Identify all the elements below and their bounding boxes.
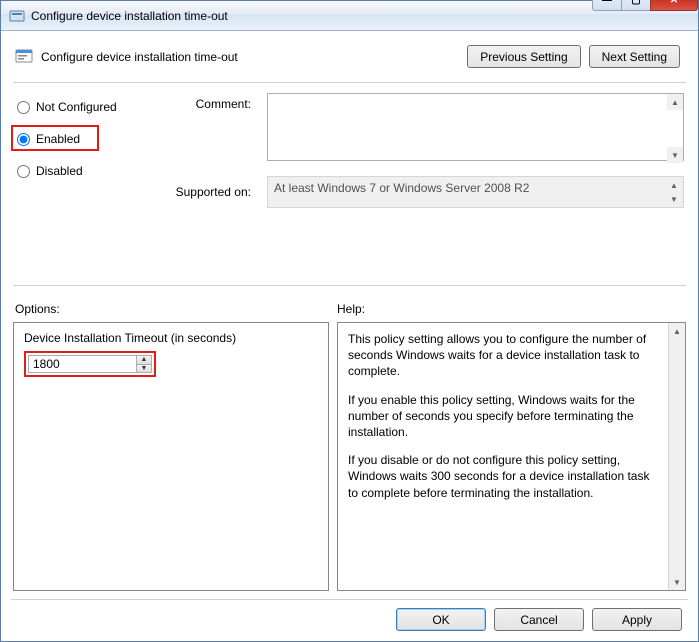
scroll-down-icon[interactable]: ▼ xyxy=(666,192,682,206)
help-scrollbar[interactable]: ▲ ▼ xyxy=(668,323,685,590)
divider xyxy=(13,285,686,286)
comment-textarea[interactable] xyxy=(267,93,684,161)
radio-not-configured-input[interactable] xyxy=(17,101,30,114)
close-button[interactable]: ✕ xyxy=(650,0,698,11)
radio-not-configured[interactable]: Not Configured xyxy=(15,97,149,117)
apply-button[interactable]: Apply xyxy=(592,608,682,631)
settings-grid: Not Configured Enabled Disabled Comment:… xyxy=(11,93,688,273)
help-label: Help: xyxy=(337,302,684,316)
radio-enabled-input[interactable] xyxy=(17,133,30,146)
help-text: This policy setting allows you to config… xyxy=(348,331,675,501)
timeout-highlight: ▲ ▼ xyxy=(24,351,156,377)
spin-up-button[interactable]: ▲ xyxy=(137,356,151,365)
cancel-button[interactable]: Cancel xyxy=(494,608,584,631)
previous-setting-button[interactable]: Previous Setting xyxy=(467,45,580,68)
header-row: Configure device installation time-out P… xyxy=(11,39,688,82)
timeout-input[interactable] xyxy=(28,355,136,373)
footer-buttons: OK Cancel Apply xyxy=(11,599,688,631)
timeout-label: Device Installation Timeout (in seconds) xyxy=(24,331,318,345)
spin-down-button[interactable]: ▼ xyxy=(137,365,151,373)
options-panel: Device Installation Timeout (in seconds)… xyxy=(13,322,329,591)
options-label: Options: xyxy=(15,302,337,316)
policy-title: Configure device installation time-out xyxy=(41,50,238,64)
maximize-button[interactable]: ▢ xyxy=(621,0,651,11)
supported-label: Supported on: xyxy=(165,185,251,205)
policy-icon xyxy=(15,48,33,66)
field-values: ▲ ▼ At least Windows 7 or Windows Server… xyxy=(267,93,684,273)
policy-app-icon xyxy=(9,8,25,24)
minimize-button[interactable]: ― xyxy=(592,0,622,11)
window-controls: ― ▢ ✕ xyxy=(593,0,698,11)
scroll-up-icon[interactable]: ▲ xyxy=(667,94,683,110)
help-panel: This policy setting allows you to config… xyxy=(337,322,686,591)
supported-scroll: ▲ ▼ xyxy=(666,178,682,206)
radio-enabled-label: Enabled xyxy=(36,132,80,146)
nav-buttons: Previous Setting Next Setting xyxy=(467,45,680,68)
scroll-up-icon[interactable]: ▲ xyxy=(669,323,685,339)
next-setting-button[interactable]: Next Setting xyxy=(589,45,680,68)
help-paragraph: If you disable or do not configure this … xyxy=(348,452,657,501)
radio-not-configured-label: Not Configured xyxy=(36,100,117,114)
state-radios: Not Configured Enabled Disabled xyxy=(15,93,149,273)
help-paragraph: This policy setting allows you to config… xyxy=(348,331,657,380)
content-area: Configure device installation time-out P… xyxy=(1,31,698,641)
help-paragraph: If you enable this policy setting, Windo… xyxy=(348,392,657,441)
timeout-spin-buttons: ▲ ▼ xyxy=(136,355,152,373)
minimize-icon: ― xyxy=(602,0,612,6)
maximize-icon: ▢ xyxy=(631,0,640,6)
radio-disabled[interactable]: Disabled xyxy=(15,161,149,181)
radio-disabled-label: Disabled xyxy=(36,164,83,178)
comment-label: Comment: xyxy=(165,97,251,117)
supported-on-text: At least Windows 7 or Windows Server 200… xyxy=(274,181,529,195)
scroll-down-icon[interactable]: ▼ xyxy=(669,574,685,590)
panel-labels: Options: Help: xyxy=(11,296,688,322)
field-labels: Comment: Supported on: xyxy=(165,93,251,273)
comment-wrap: ▲ ▼ xyxy=(267,93,684,164)
close-icon: ✕ xyxy=(670,0,678,6)
titlebar: Configure device installation time-out ―… xyxy=(1,1,698,31)
panels-row: Device Installation Timeout (in seconds)… xyxy=(11,322,688,599)
header-left: Configure device installation time-out xyxy=(15,48,238,66)
divider xyxy=(13,82,686,83)
radio-disabled-input[interactable] xyxy=(17,165,30,178)
ok-button[interactable]: OK xyxy=(396,608,486,631)
radio-enabled[interactable]: Enabled xyxy=(15,129,149,149)
comment-scroll: ▲ ▼ xyxy=(667,94,683,163)
window-title: Configure device installation time-out xyxy=(31,9,593,23)
scroll-down-icon[interactable]: ▼ xyxy=(667,147,683,163)
supported-on-box: At least Windows 7 or Windows Server 200… xyxy=(267,176,684,208)
scroll-up-icon[interactable]: ▲ xyxy=(666,178,682,192)
